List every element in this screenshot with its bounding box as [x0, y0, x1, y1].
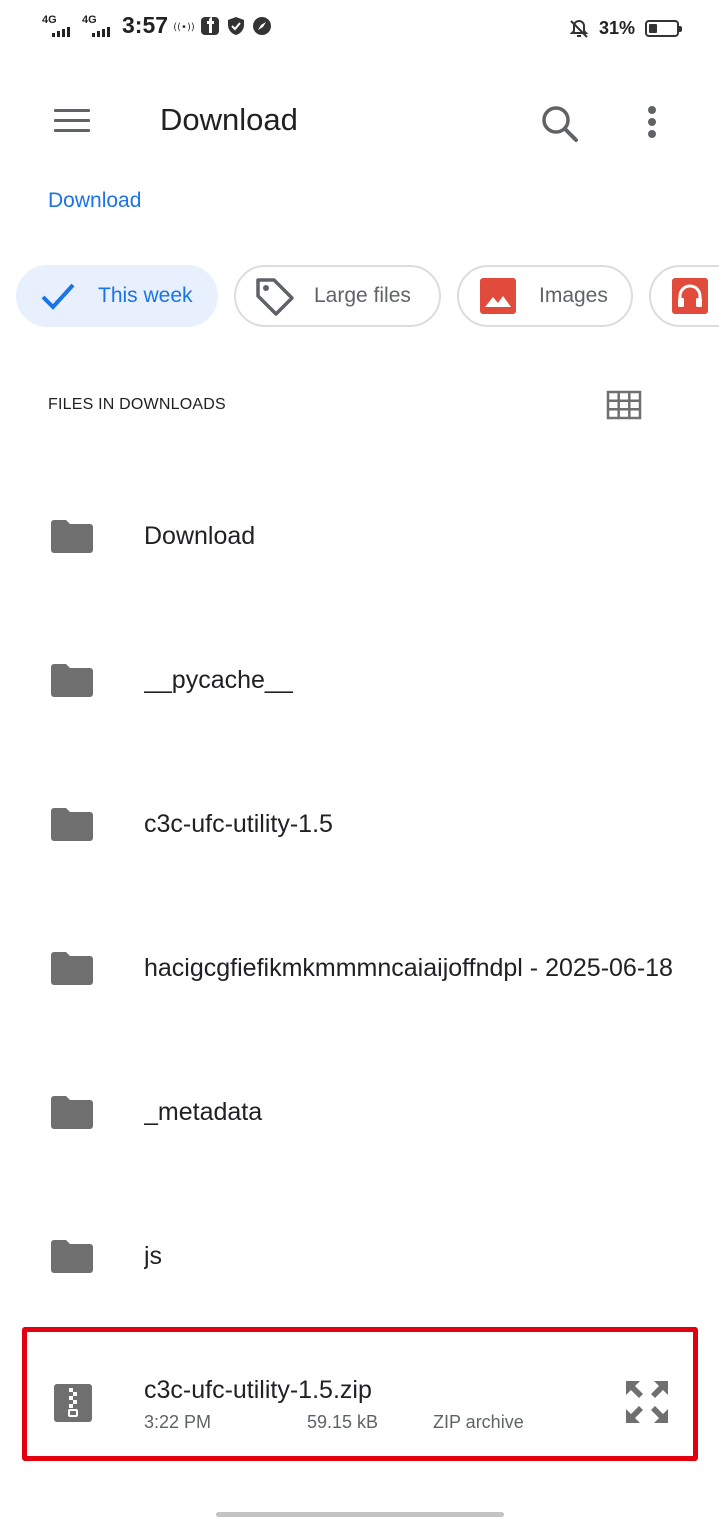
svg-text:((•)): ((•)): [174, 22, 194, 33]
status-right: 31%: [569, 18, 682, 39]
folder-name: Download: [144, 522, 256, 550]
search-icon: [542, 106, 578, 142]
signal-icon: 4G: [42, 13, 76, 37]
chip-this-week[interactable]: This week: [16, 265, 218, 327]
folder-name: __pycache__: [144, 666, 293, 694]
chip-large-files[interactable]: Large files: [234, 265, 441, 327]
search-button[interactable]: [536, 100, 584, 148]
zip-file-icon: [54, 1384, 92, 1422]
folder-row[interactable]: _metadata: [0, 1042, 719, 1186]
folder-icon: [51, 1096, 93, 1129]
battery-percent: 31%: [598, 18, 635, 38]
top-app-bar: Download: [0, 80, 719, 166]
grid-view-icon: [606, 390, 642, 420]
hotspot-icon: ((•)): [174, 16, 194, 36]
file-size: 59.15 kB: [307, 1412, 379, 1432]
folder-row[interactable]: c3c-ufc-utility-1.5: [0, 754, 719, 898]
folder-row[interactable]: Download: [0, 466, 719, 610]
more-options-button[interactable]: [632, 100, 672, 148]
menu-button[interactable]: [50, 102, 94, 142]
extract-button[interactable]: [623, 1378, 671, 1426]
folder-name: hacigcgfiefikmkmmmncaiaijoffndpl - 2025-…: [144, 954, 673, 982]
section-title: FILES IN DOWNLOADS: [48, 396, 226, 413]
chip-images[interactable]: Images: [457, 265, 633, 327]
file-name: c3c-ufc-utility-1.5.zip: [144, 1376, 372, 1404]
file-row-zip[interactable]: c3c-ufc-utility-1.5.zip 3:22 PM 59.15 kB…: [22, 1327, 698, 1461]
folder-row[interactable]: __pycache__: [0, 610, 719, 754]
folder-icon: [51, 1240, 93, 1273]
grid-view-button[interactable]: [606, 390, 642, 420]
folder-name: _metadata: [144, 1098, 263, 1126]
file-type: ZIP archive: [433, 1412, 524, 1432]
image-icon: [480, 278, 516, 314]
folder-icon: [51, 808, 93, 841]
folder-icon: [51, 520, 93, 553]
file-list: Download __pycache__ c3c-ufc-utility-1.5…: [0, 466, 719, 1330]
battery-icon: [645, 20, 682, 37]
network-type-label: 4G: [42, 13, 57, 26]
folder-name: c3c-ufc-utility-1.5: [144, 810, 333, 838]
folder-row[interactable]: hacigcgfiefikmkmmmncaiaijoffndpl - 2025-…: [0, 898, 719, 1042]
headphones-icon: [672, 278, 708, 314]
breadcrumb[interactable]: Download: [48, 189, 141, 213]
chip-label: Large files: [314, 284, 411, 307]
status-bar: 4G 4G 3:57 ((•)) 31%: [0, 0, 719, 60]
facebook-icon: [200, 16, 220, 36]
more-vertical-icon: [648, 106, 656, 138]
network-type-label: 4G: [82, 13, 97, 26]
status-time: 3:57: [122, 12, 169, 38]
menu-icon: [50, 109, 94, 132]
shield-icon: [226, 16, 246, 36]
expand-icon: [626, 1381, 668, 1423]
chip-label: Images: [539, 284, 608, 307]
filter-chips: This week Large files Images: [0, 265, 719, 329]
tag-icon: [256, 278, 294, 316]
status-left: 4G 4G 3:57 ((•)): [42, 12, 272, 39]
folder-row[interactable]: js: [0, 1186, 719, 1330]
bell-off-icon: [569, 19, 589, 39]
check-icon: [41, 283, 75, 310]
chip-label: This week: [98, 284, 193, 307]
folder-icon: [51, 664, 93, 697]
home-indicator[interactable]: [216, 1512, 504, 1517]
file-time: 3:22 PM: [144, 1412, 212, 1432]
folder-name: js: [144, 1242, 163, 1270]
chip-audio[interactable]: [649, 265, 719, 327]
folder-icon: [51, 952, 93, 985]
signal-icon: 4G: [82, 13, 116, 37]
compass-icon: [252, 16, 272, 36]
page-title: Download: [160, 102, 298, 137]
